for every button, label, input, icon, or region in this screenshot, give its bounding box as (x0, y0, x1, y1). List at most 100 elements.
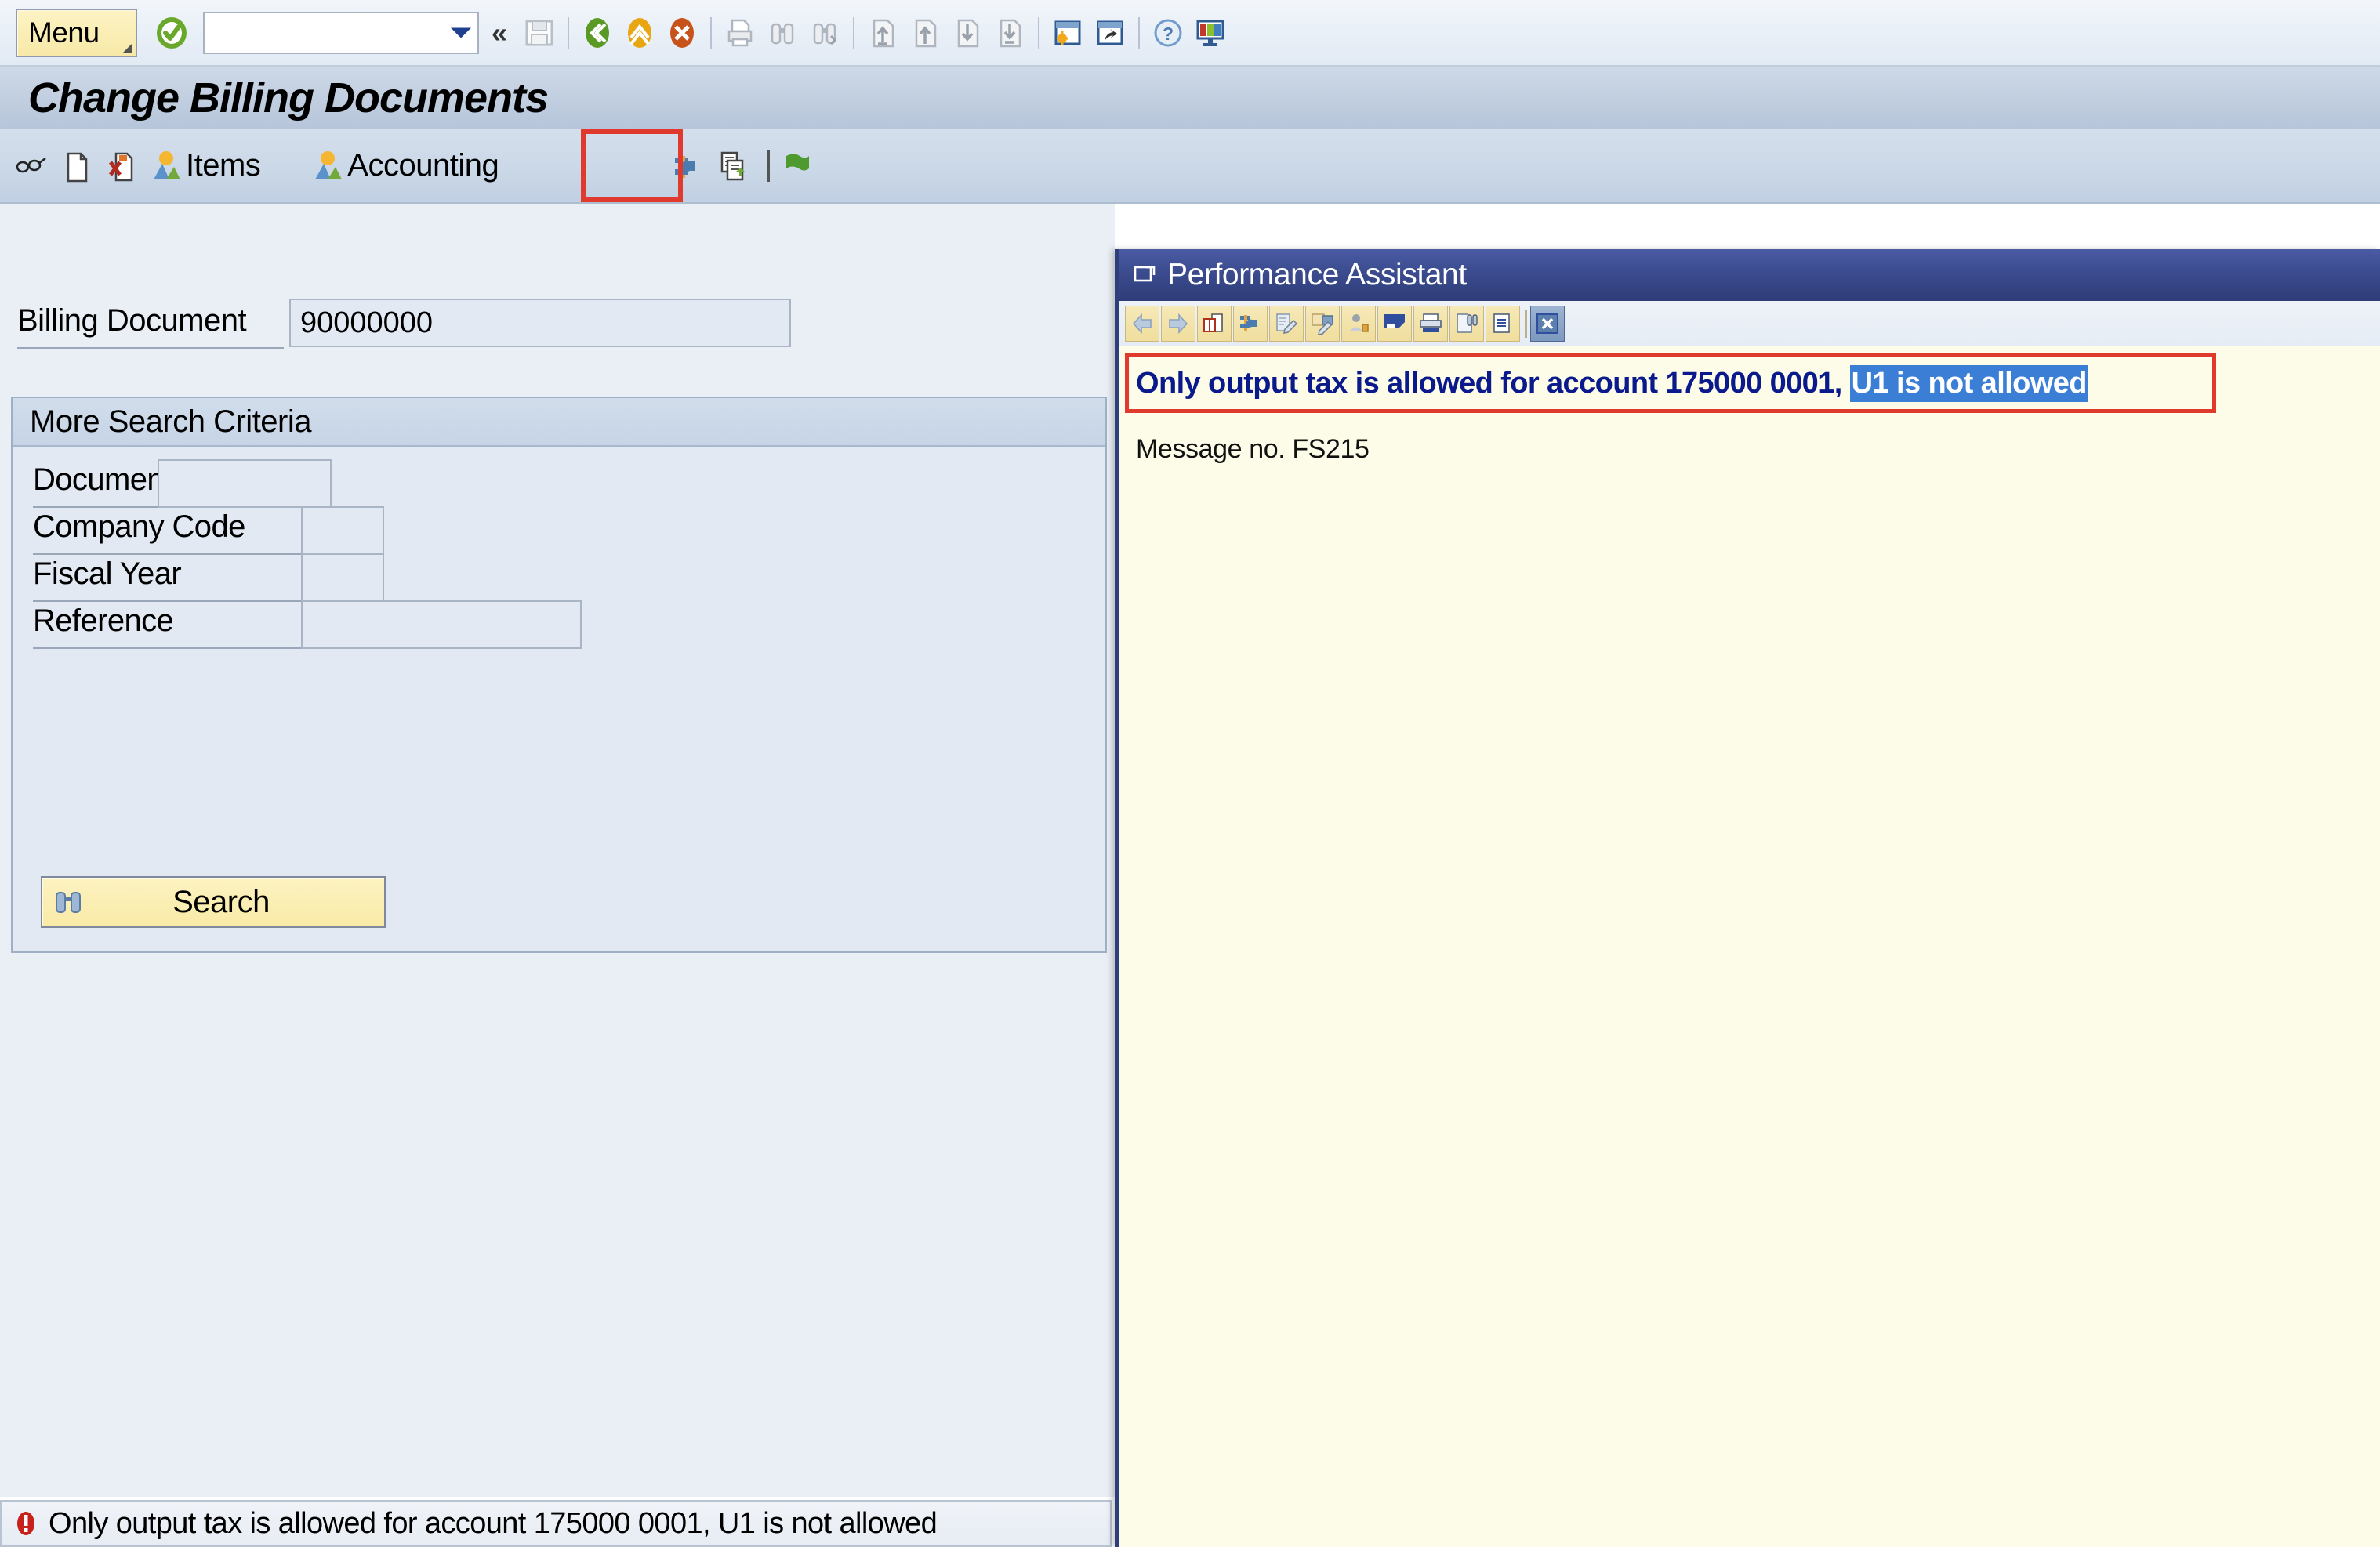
menu-dropdown-corner-icon (123, 43, 132, 53)
reference-underline (33, 647, 307, 649)
billing-document-input[interactable] (291, 300, 789, 346)
cancel-red-icon[interactable] (663, 14, 701, 52)
create-session-icon[interactable] (1049, 14, 1087, 52)
customize-layout-icon[interactable] (1192, 14, 1229, 52)
back-arrow-icon[interactable] (1125, 305, 1159, 342)
more-search-criteria-header: More Search Criteria (13, 398, 1105, 447)
toolbar-separator (568, 16, 570, 49)
copy-text-icon[interactable] (1486, 305, 1520, 342)
performance-assistant-titlebar[interactable]: Performance Assistant (1119, 249, 2380, 301)
status-bar: Only output tax is allowed for account 1… (0, 1500, 1112, 1547)
next-page-icon[interactable] (949, 14, 986, 52)
find-icon[interactable] (764, 14, 801, 52)
command-field[interactable] (203, 11, 479, 54)
items-button[interactable]: Items (144, 139, 265, 194)
previous-page-icon[interactable] (906, 14, 944, 52)
search-document-icon[interactable] (1449, 305, 1484, 342)
back-green-icon[interactable] (579, 14, 616, 52)
reference-row: Reference (13, 600, 1105, 650)
fiscal-year-label: Fiscal Year (33, 556, 182, 591)
document-number-field[interactable] (158, 459, 332, 508)
search-button-label: Search (172, 884, 270, 919)
new-document-button[interactable] (53, 139, 99, 194)
overview-icon (149, 148, 185, 184)
print-icon[interactable] (721, 14, 759, 52)
fiscal-year-underline (33, 600, 307, 602)
create-shortcut-icon[interactable] (1091, 14, 1129, 52)
document-number-input[interactable] (159, 461, 330, 506)
first-page-icon[interactable] (864, 14, 902, 52)
copy-document-button[interactable] (710, 139, 756, 194)
billing-document-label: Billing Document (17, 303, 247, 338)
application-help-icon[interactable] (1377, 305, 1412, 342)
last-page-icon[interactable] (991, 14, 1029, 52)
page-title: Change Billing Documents (28, 74, 549, 121)
menu-button-label: Menu (28, 16, 100, 49)
accounting-button[interactable]: Accounting (306, 139, 503, 194)
company-code-input[interactable] (303, 508, 383, 553)
toolbar-separator (1138, 16, 1141, 49)
close-icon[interactable] (1530, 305, 1565, 342)
performance-assistant-title: Performance Assistant (1167, 258, 1467, 292)
status-bar-message: Only output tax is allowed for account 1… (49, 1506, 938, 1540)
system-toolbar: Menu « ? (0, 0, 2380, 67)
error-icon (13, 1510, 39, 1537)
print-icon[interactable] (1413, 305, 1448, 342)
page-title-bar: Change Billing Documents (0, 67, 2380, 129)
enter-check-icon[interactable] (154, 16, 189, 50)
performance-assistant-dialog: Performance Assistant Only output tax is… (1115, 249, 2380, 1547)
customizing-icon[interactable] (1341, 305, 1376, 342)
company-code-row: Company Code (13, 506, 1105, 556)
reference-input[interactable] (303, 602, 580, 647)
billing-document-field[interactable] (289, 299, 791, 347)
glossary-book-icon[interactable] (1197, 305, 1232, 342)
note-edit-icon[interactable] (1269, 305, 1304, 342)
exit-yellow-icon[interactable] (621, 14, 658, 52)
release-flag-button[interactable] (762, 139, 818, 194)
collapse-toolbar-icon[interactable]: « (492, 18, 507, 47)
help-icon[interactable]: ? (1149, 14, 1187, 52)
blank-page-icon (58, 148, 94, 184)
document-delete-icon (103, 148, 140, 184)
performance-assistant-toolbar (1119, 301, 2380, 346)
cancel-document-button[interactable] (99, 139, 144, 194)
billing-document-row: Billing Document (0, 299, 1115, 350)
search-button[interactable]: Search (41, 876, 386, 928)
display-change-button[interactable] (8, 139, 53, 194)
release-flag-highlight-box (581, 129, 683, 202)
toolbar-divider (767, 150, 771, 182)
toolbar-separator (853, 16, 855, 49)
performance-assistant-message: Only output tax is allowed for account 1… (1136, 365, 2088, 402)
glasses-pencil-icon (13, 148, 49, 184)
company-code-label: Company Code (33, 509, 245, 544)
message-number: Message no. FS215 (1136, 434, 1370, 464)
technical-info-icon[interactable] (1233, 305, 1268, 342)
save-icon[interactable] (521, 14, 558, 52)
find-next-icon[interactable] (806, 14, 844, 52)
fiscal-year-row: Fiscal Year (13, 553, 1105, 603)
application-toolbar: Items Accounting (0, 129, 2380, 204)
fiscal-year-field[interactable] (301, 553, 384, 602)
menu-button[interactable]: Menu (16, 8, 137, 57)
chevron-down-icon[interactable] (451, 27, 471, 38)
fiscal-year-input[interactable] (303, 555, 383, 600)
reference-label: Reference (33, 603, 174, 638)
forward-arrow-icon[interactable] (1161, 305, 1195, 342)
note-edit-alt-icon[interactable] (1305, 305, 1340, 342)
items-button-label: Items (186, 148, 261, 183)
green-flag-icon (777, 148, 813, 184)
more-search-criteria-group: More Search Criteria Document Numbe Comp… (11, 397, 1107, 953)
command-input[interactable] (205, 14, 444, 51)
reference-field[interactable] (301, 600, 582, 649)
svg-text:?: ? (1163, 24, 1174, 44)
more-search-criteria-title: More Search Criteria (30, 404, 312, 439)
message-selected-text: U1 is not allowed (1849, 365, 2088, 402)
company-code-underline (33, 553, 307, 555)
toolbar-separator (1038, 16, 1040, 49)
toolbar-separator (710, 16, 713, 49)
documents-copy-icon (715, 148, 751, 184)
company-code-field[interactable] (301, 506, 384, 555)
window-restore-icon (1131, 262, 1158, 288)
billing-document-label-underline (17, 347, 284, 349)
overview-icon (310, 148, 346, 184)
